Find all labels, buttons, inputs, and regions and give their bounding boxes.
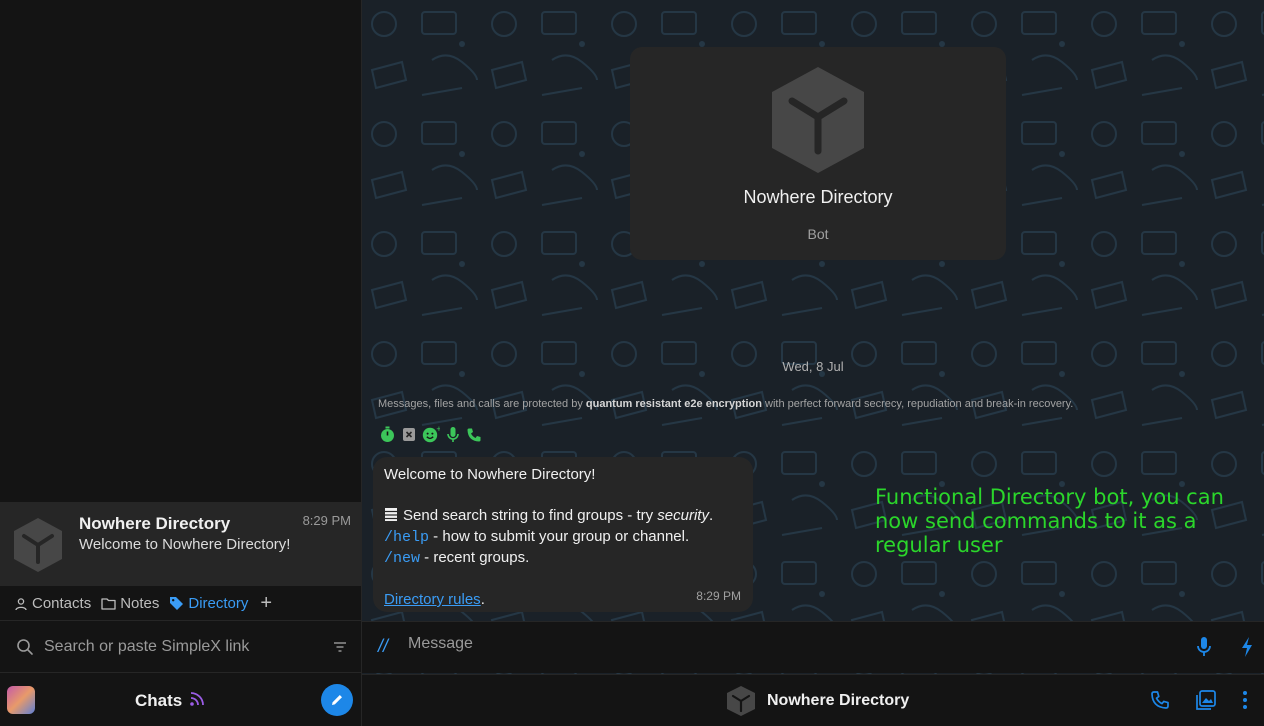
e2e-suffix: with perfect forward secrecy, repudiatio… bbox=[761, 398, 1074, 410]
tag-directory[interactable]: Directory bbox=[169, 595, 248, 612]
sidebar-footer: Chats bbox=[0, 674, 361, 726]
tag-notes[interactable]: Notes bbox=[101, 595, 159, 612]
chat-features: + bbox=[379, 426, 482, 443]
chat-header: Nowhere Directory bbox=[362, 674, 1264, 726]
folder-icon bbox=[101, 598, 116, 610]
pencil-icon bbox=[332, 695, 342, 705]
chat-preview: Welcome to Nowhere Directory! bbox=[79, 536, 291, 553]
new-command-link[interactable]: /new bbox=[384, 550, 420, 567]
timer-icon bbox=[381, 426, 394, 442]
tag-label: Directory bbox=[188, 595, 249, 612]
microphone-icon[interactable] bbox=[1196, 636, 1212, 658]
chat-list-item[interactable]: Nowhere Directory 8:29 PM Welcome to Now… bbox=[0, 502, 361, 586]
bot-avatar-icon bbox=[14, 518, 62, 572]
chat-time: 8:29 PM bbox=[302, 513, 351, 528]
message-bubble[interactable]: Welcome to Nowhere Directory! Send searc… bbox=[373, 457, 753, 612]
message-line-welcome: Welcome to Nowhere Directory! bbox=[384, 466, 596, 483]
app-window: Nowhere Directory 8:29 PM Welcome to Now… bbox=[0, 0, 1264, 726]
message-line-search: Send search string to find groups - try … bbox=[384, 506, 742, 527]
filter-icon[interactable] bbox=[333, 641, 347, 653]
call-icon bbox=[467, 428, 481, 441]
bot-avatar-icon[interactable] bbox=[726, 685, 756, 717]
profile-name: Nowhere Directory bbox=[743, 187, 893, 207]
reaction-icon: + bbox=[422, 426, 440, 443]
help-text: - how to submit your group or channel. bbox=[429, 527, 690, 545]
message-composer: // bbox=[362, 621, 1264, 673]
list-icon bbox=[385, 508, 397, 521]
bot-avatar-icon bbox=[772, 67, 864, 173]
rules-end: . bbox=[480, 591, 485, 608]
tag-label: Contacts bbox=[32, 595, 92, 612]
search-icon bbox=[17, 638, 33, 655]
e2e-bold: quantum resistant e2e encryption bbox=[585, 398, 762, 410]
e2e-notice: Messages, files and calls are protected … bbox=[378, 398, 1073, 410]
e2e-prefix: Messages, files and calls are protected … bbox=[378, 398, 586, 410]
chat-name: Nowhere Directory bbox=[79, 514, 231, 533]
chat-header-title[interactable]: Nowhere Directory bbox=[767, 692, 909, 710]
message-line-rules: Directory rules. bbox=[384, 590, 742, 611]
search-input[interactable] bbox=[44, 637, 333, 656]
message-line-help: /help - how to submit your group or chan… bbox=[384, 527, 742, 549]
commands-button[interactable]: // bbox=[378, 636, 388, 657]
message-line-new: /new - recent groups. bbox=[384, 548, 742, 570]
voice-icon bbox=[447, 427, 459, 442]
search-text: Send search string to find groups - try bbox=[403, 507, 658, 524]
chats-title: Chats bbox=[135, 691, 183, 710]
add-tag-icon[interactable]: + bbox=[260, 592, 272, 615]
delete-icon bbox=[403, 428, 415, 441]
search-example: security bbox=[657, 507, 709, 524]
user-avatar[interactable] bbox=[7, 686, 35, 714]
person-icon bbox=[15, 597, 27, 610]
new-text: - recent groups. bbox=[420, 549, 530, 566]
lightning-icon[interactable] bbox=[1240, 636, 1254, 658]
search-bar bbox=[0, 621, 361, 673]
directory-rules-link[interactable]: Directory rules bbox=[384, 591, 481, 608]
svg-text:+: + bbox=[436, 426, 440, 433]
annotation-overlay: Functional Directory bot, you can now se… bbox=[875, 485, 1224, 557]
chat-tag-bar: Contacts Notes Directory + bbox=[0, 587, 361, 621]
phone-icon[interactable] bbox=[1150, 690, 1170, 710]
help-command-link[interactable]: /help bbox=[384, 529, 429, 546]
profile-card: Nowhere Directory Bot bbox=[630, 47, 1006, 260]
message-input[interactable] bbox=[408, 635, 1168, 653]
tag-label: Notes bbox=[120, 595, 160, 612]
tag-contacts[interactable]: Contacts bbox=[14, 595, 91, 612]
search-end: . bbox=[708, 507, 714, 524]
rss-icon[interactable] bbox=[189, 691, 205, 707]
date-separator: Wed, 8 Jul bbox=[782, 359, 844, 374]
new-chat-button[interactable] bbox=[321, 684, 353, 716]
gallery-icon[interactable] bbox=[1195, 689, 1217, 711]
message-spacer bbox=[384, 570, 742, 591]
sidebar: Nowhere Directory 8:29 PM Welcome to Now… bbox=[0, 0, 362, 726]
more-options-icon[interactable] bbox=[1242, 689, 1248, 711]
message-spacer bbox=[384, 486, 742, 507]
message-time: 8:29 PM bbox=[696, 588, 741, 603]
profile-type: Bot bbox=[807, 226, 829, 242]
tag-icon bbox=[170, 597, 184, 610]
chat-panel: Nowhere Directory Bot Wed, 8 Jul Message… bbox=[362, 0, 1264, 726]
